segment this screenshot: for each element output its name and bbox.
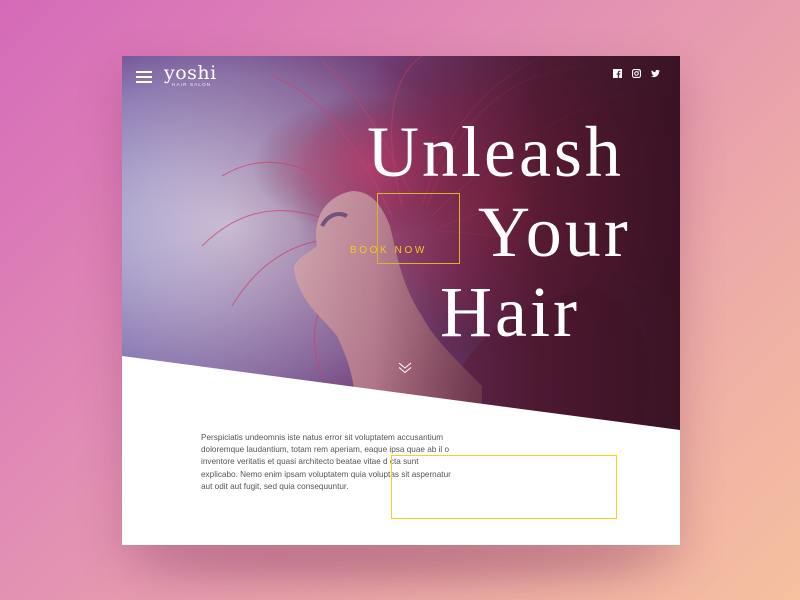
card-shadow bbox=[150, 540, 650, 580]
accent-outline-box bbox=[391, 455, 617, 519]
chevron-down-icon[interactable] bbox=[397, 361, 413, 375]
landing-page-card: yoshi HAIR SALON Unleash Your Hair BOOK … bbox=[122, 56, 680, 545]
